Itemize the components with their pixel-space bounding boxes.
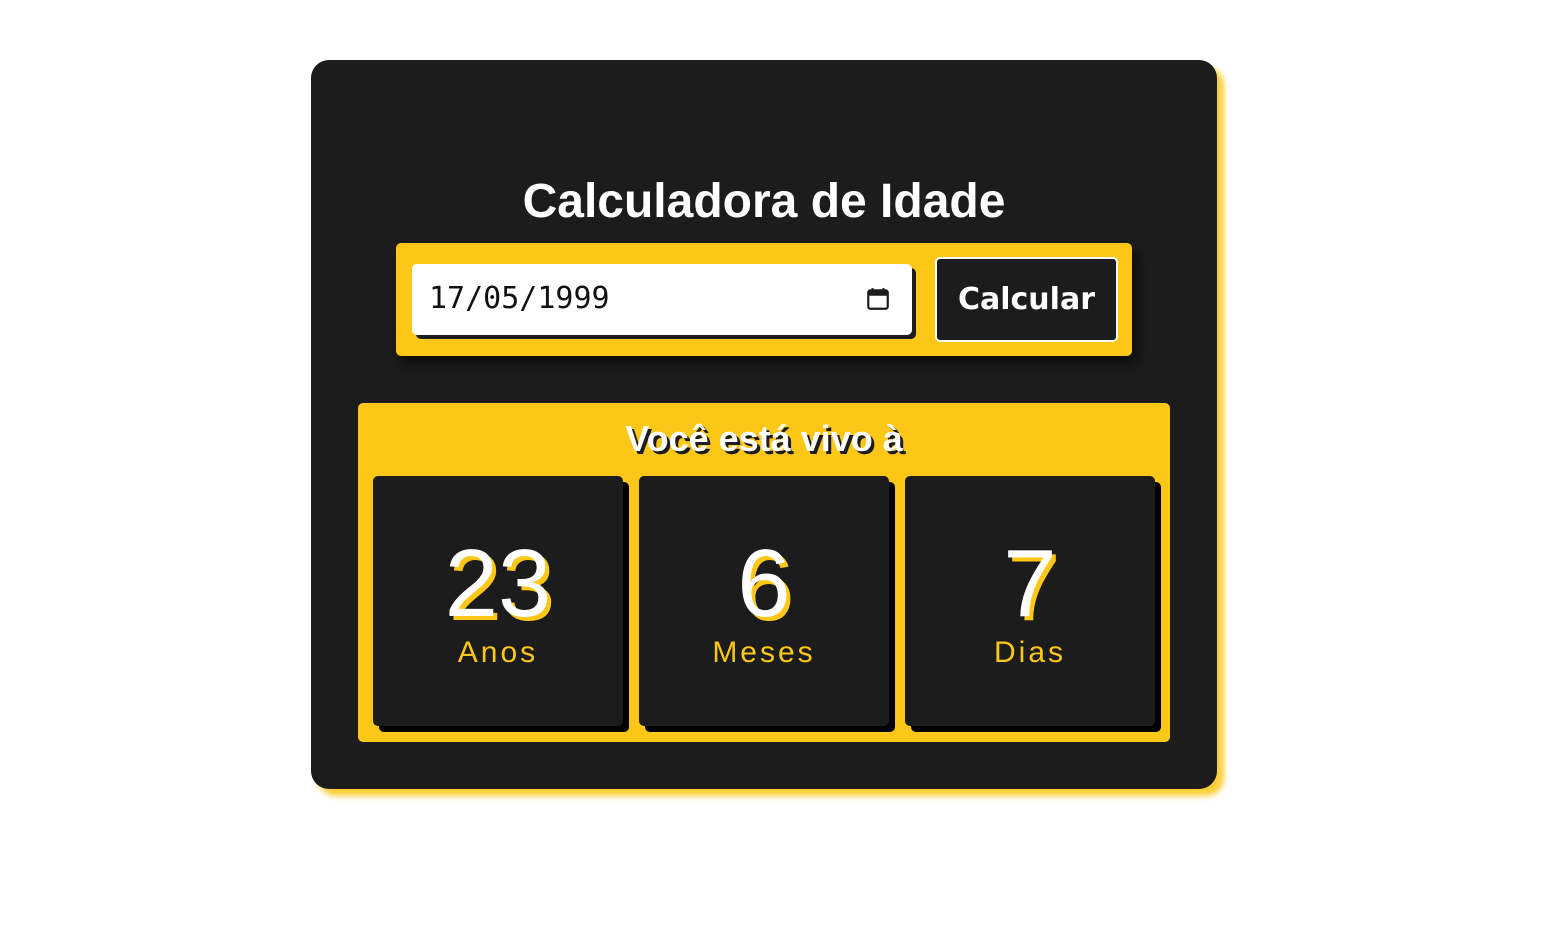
calculate-button[interactable]: Calcular [935, 257, 1118, 342]
years-box: 23 Anos [373, 476, 623, 726]
days-value: 7 [1003, 530, 1057, 637]
age-calculator-card: Calculadora de Idade 17/05/1999 Calcular… [311, 60, 1217, 789]
years-label: Anos [457, 636, 539, 669]
birth-date-value: 17/05/1999 [429, 281, 610, 316]
months-value: 6 [737, 530, 791, 637]
years-value: 23 [444, 530, 552, 637]
days-box: 7 Dias [905, 476, 1155, 726]
result-heading: Você está vivo à [625, 418, 903, 459]
page-title: Calculadora de Idade [522, 175, 1006, 228]
result-panel: Você está vivo à 23 Anos 6 Meses 7 Dias [358, 403, 1170, 742]
days-label: Dias [993, 636, 1066, 669]
calendar-icon[interactable] [865, 286, 891, 312]
months-label: Meses [712, 636, 816, 669]
months-box: 6 Meses [639, 476, 889, 726]
date-input-bar: 17/05/1999 Calcular [396, 243, 1132, 356]
birth-date-input[interactable]: 17/05/1999 [412, 264, 912, 335]
